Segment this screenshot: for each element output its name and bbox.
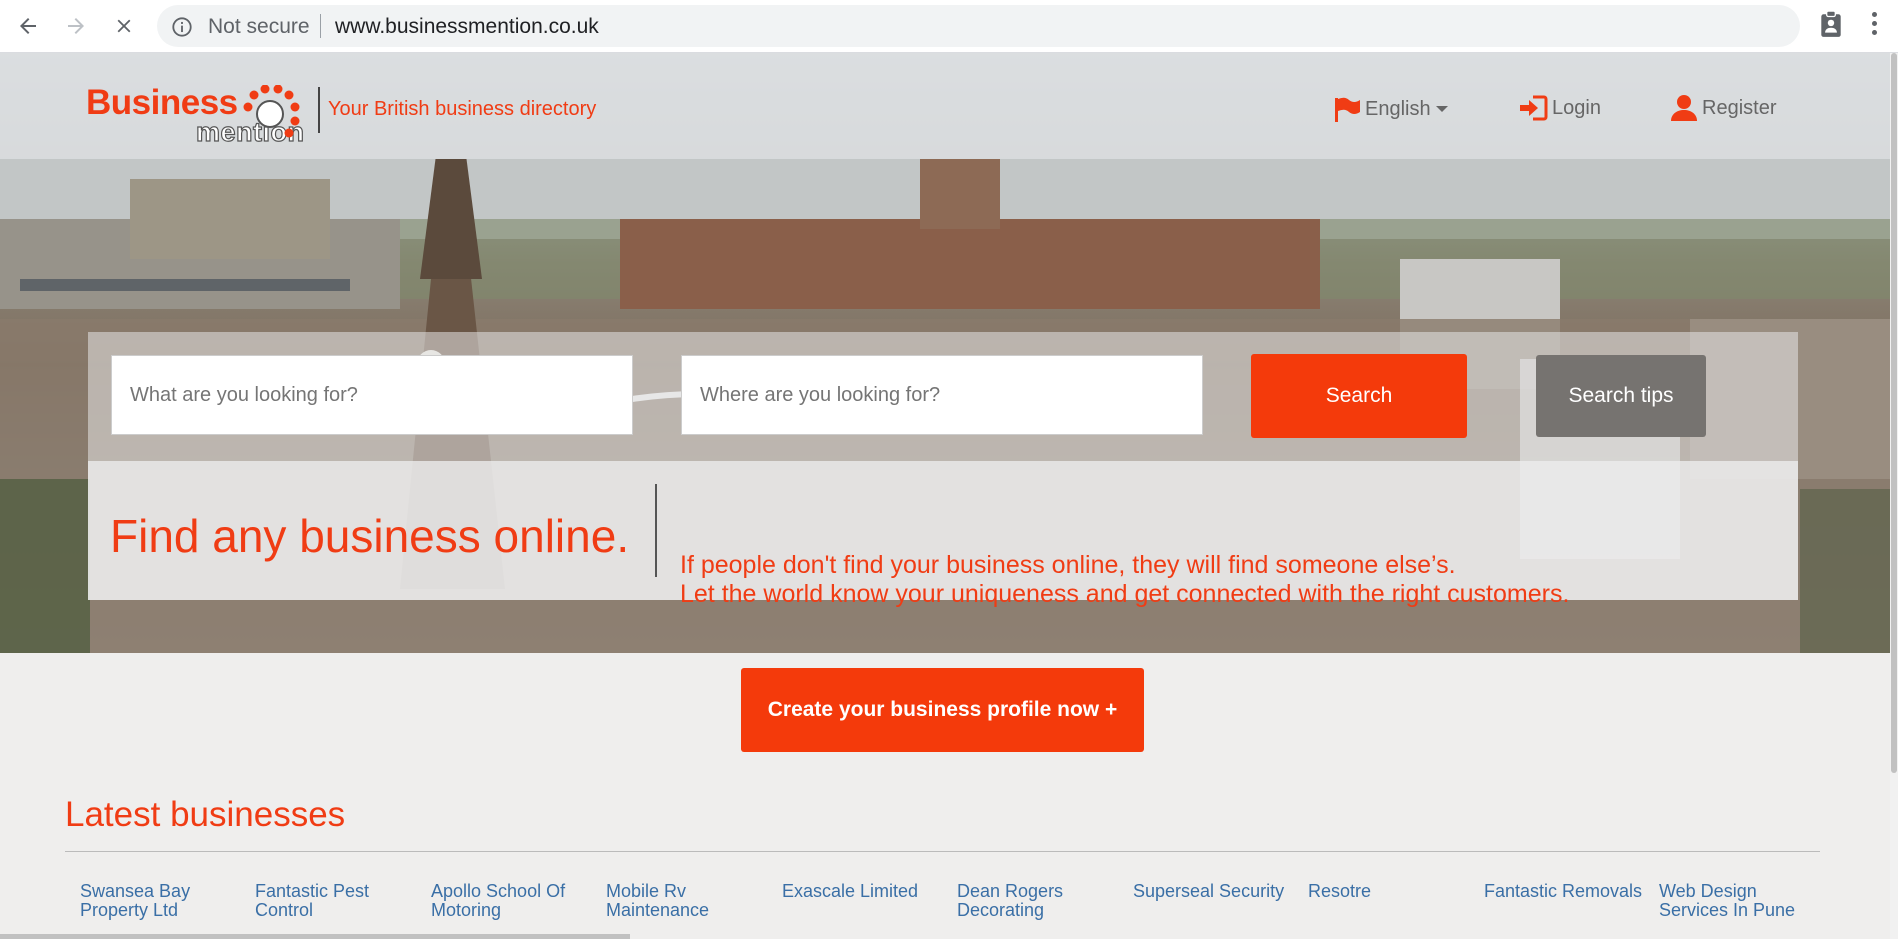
menu-dot-icon — [1872, 30, 1877, 35]
caret-down-icon — [1435, 106, 1448, 112]
what-search-input[interactable] — [111, 355, 633, 435]
login-link[interactable]: Login — [1518, 95, 1601, 121]
promo-line-2: Let the world know your uniqueness and g… — [680, 580, 1570, 608]
close-icon — [117, 19, 131, 33]
business-link[interactable]: Dean Rogers Decorating — [957, 882, 1127, 920]
forward-button[interactable] — [60, 10, 92, 42]
business-link[interactable]: Resotre — [1308, 882, 1478, 901]
where-search-input[interactable] — [681, 355, 1203, 435]
browser-toolbar: Not secure www.businessmention.co.uk — [0, 0, 1898, 53]
menu-dot-icon — [1872, 12, 1877, 17]
user-icon — [1671, 95, 1697, 121]
promo-divider — [655, 484, 657, 577]
business-link[interactable]: Fantastic Pest Control — [255, 882, 425, 920]
tagline: Your British business directory — [328, 98, 597, 120]
url-text[interactable]: www.businessmention.co.uk — [335, 15, 599, 39]
business-link[interactable]: Superseal Security — [1133, 882, 1303, 901]
logo-divider — [318, 87, 320, 133]
vertical-scrollbar-thumb[interactable] — [1891, 53, 1897, 773]
latest-businesses-heading: Latest businesses — [65, 795, 346, 834]
clipboard-icon — [1821, 10, 1841, 37]
search-button[interactable]: Search — [1251, 354, 1467, 438]
forward-arrow-icon — [68, 18, 84, 34]
section-divider — [65, 851, 1820, 852]
business-link[interactable]: Web Design Services In Pune — [1659, 882, 1829, 920]
horizontal-scrollbar[interactable] — [0, 934, 630, 939]
register-label: Register — [1702, 96, 1777, 119]
omnibox-divider — [320, 14, 321, 38]
back-button[interactable] — [12, 10, 44, 42]
address-bar[interactable]: Not secure www.businessmention.co.uk — [157, 5, 1800, 47]
flag-icon — [1335, 97, 1360, 122]
business-link[interactable]: Exascale Limited — [782, 882, 952, 901]
promo-title: Find any business online. — [110, 510, 630, 562]
create-profile-button[interactable]: Create your business profile now + — [741, 668, 1144, 752]
language-label: English — [1365, 97, 1431, 120]
site-logo[interactable]: Business mention — [86, 83, 311, 163]
logo-sun-icon — [243, 85, 300, 138]
promo-line-1: If people don't find your business onlin… — [680, 551, 1456, 579]
login-icon — [1520, 95, 1548, 121]
business-link[interactable]: Swansea Bay Property Ltd — [80, 882, 250, 920]
search-tips-button[interactable]: Search tips — [1536, 355, 1706, 437]
business-link[interactable]: Mobile Rv Maintenance — [606, 882, 776, 920]
back-arrow-icon — [20, 18, 36, 34]
stop-loading-button[interactable] — [108, 10, 140, 42]
info-icon[interactable] — [171, 16, 193, 43]
business-link[interactable]: Apollo School Of Motoring — [431, 882, 601, 920]
login-label: Login — [1552, 96, 1601, 119]
extension-button[interactable] — [1818, 10, 1844, 43]
language-selector[interactable]: English — [1333, 96, 1449, 122]
register-link[interactable]: Register — [1670, 94, 1776, 122]
menu-dot-icon — [1872, 21, 1877, 26]
browser-menu-button[interactable] — [1872, 12, 1877, 39]
security-status: Not secure — [208, 15, 310, 38]
business-link[interactable]: Fantastic Removals — [1484, 882, 1654, 901]
